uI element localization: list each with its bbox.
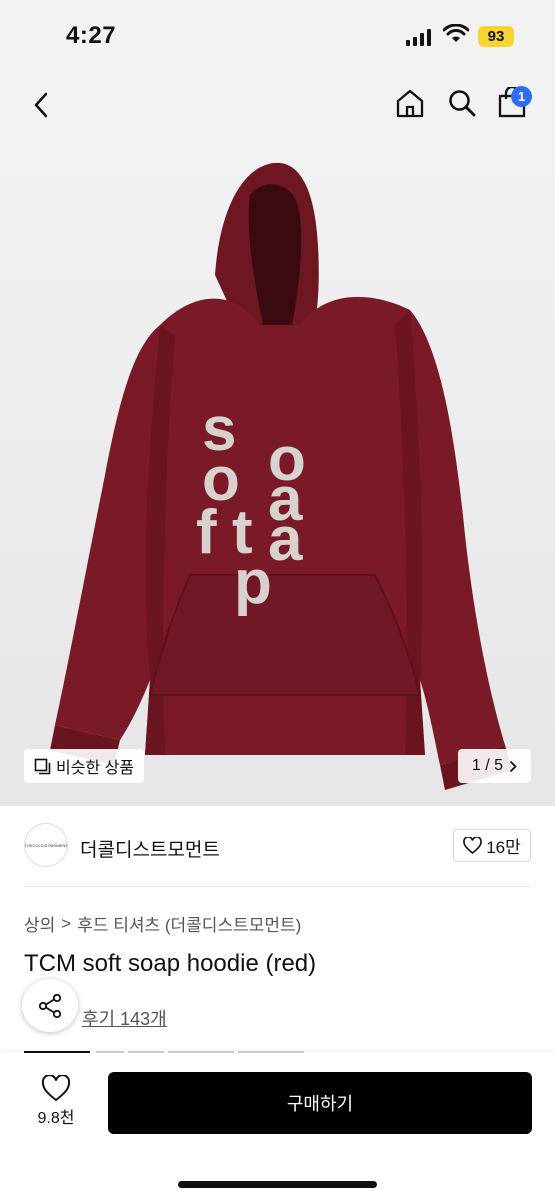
reviews-link[interactable]: 후기 143개 [82,1005,167,1031]
home-icon [396,89,424,118]
product-image[interactable]: s o o a f t a p 비슷한 상품 1 / 5 [0,135,555,806]
share-icon [38,993,62,1018]
share-button[interactable] [22,979,78,1032]
wifi-icon [443,24,469,42]
similar-products-label: 비슷한 상품 [56,760,135,777]
status-time: 4:27 [66,22,117,49]
chevron-left-icon [34,92,48,118]
copy-icon [34,758,51,774]
heart-icon [41,1075,71,1102]
buy-button[interactable]: 구매하기 [108,1072,532,1134]
print-letter: p [234,548,272,617]
shop-like-button[interactable]: 16만 [453,829,531,862]
print-letter: a [268,505,303,574]
home-indicator [178,1181,377,1188]
shop-logo-text: THECOLDISTMOMENT [24,842,68,848]
nav-bar [0,75,555,135]
similar-products-button[interactable]: 비슷한 상품 [24,749,145,783]
shop-like-count: 16만 [486,838,521,857]
product-title: TCM soft soap hoodie (red) [24,950,317,977]
breadcrumb-category[interactable]: 상의 [24,911,55,936]
signal-icon [406,29,431,46]
shop-row[interactable]: THECOLDISTMOMENT 더콜디스트모먼트 16만 [0,806,555,888]
breadcrumb-separator: > [61,913,72,933]
search-icon [449,90,476,117]
breadcrumb: 상의 > 후드 티셔츠 (더콜디스트모먼트) [24,911,301,936]
search-button[interactable] [444,85,480,121]
heart-icon [463,837,483,854]
page-indicator-text: 1 / 5 [471,757,504,774]
shop-name[interactable]: 더콜디스트모먼트 [80,835,220,862]
back-button[interactable] [26,87,56,123]
divider [24,886,531,887]
chevron-right-icon [509,760,517,772]
battery-indicator: 93 [478,26,514,47]
wishlist-button[interactable]: 9.8천 [28,1075,84,1135]
print-letter: f [196,498,217,567]
shop-logo[interactable]: THECOLDISTMOMENT [24,823,68,867]
image-page-indicator[interactable]: 1 / 5 [458,749,531,783]
wishlist-count: 9.8천 [37,1110,75,1127]
bottom-action-bar: 9.8천 구매하기 [0,1053,555,1200]
breadcrumb-subcategory[interactable]: 후드 티셔츠 (더콜디스트모먼트) [77,911,301,936]
cart-badge: 1 [511,86,532,107]
status-bar: 4:27 93 [0,0,555,75]
home-button[interactable] [392,85,428,121]
hoodie-photo: s o o a f t a p [50,162,512,790]
